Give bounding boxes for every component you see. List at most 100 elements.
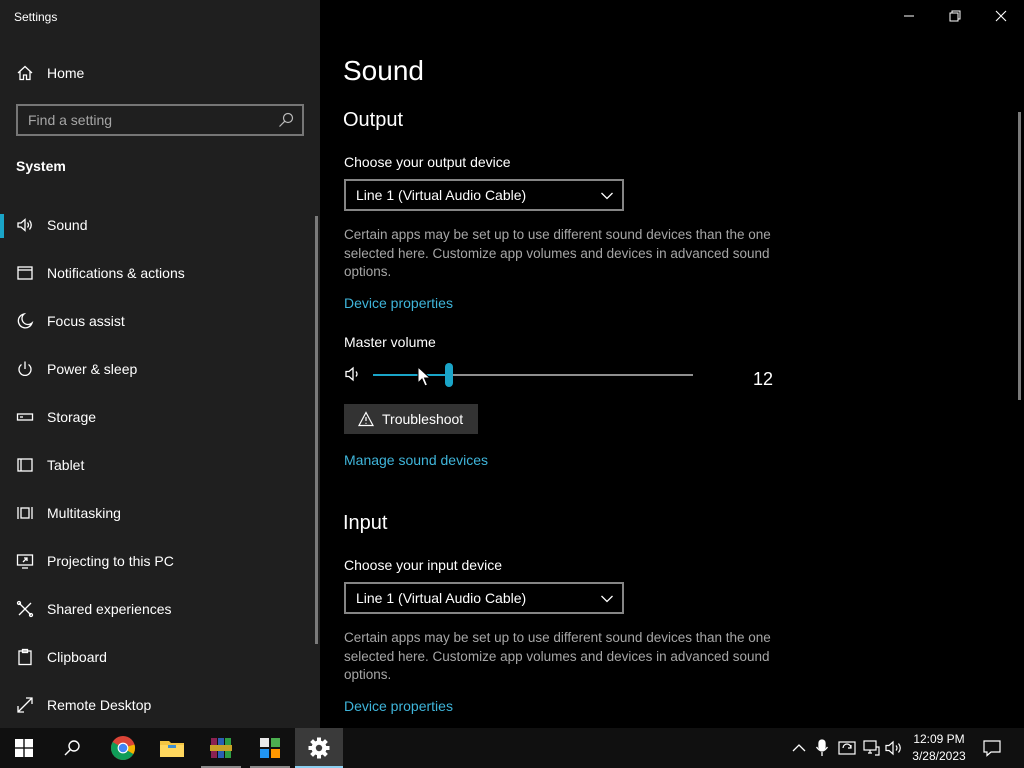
- speaker-icon: [17, 218, 32, 232]
- close-icon: [995, 10, 1007, 22]
- update-icon[interactable]: [837, 738, 857, 758]
- close-button[interactable]: [978, 0, 1024, 32]
- sidebar-item-multitasking[interactable]: Multitasking: [0, 492, 314, 540]
- sidebar-item-label: Shared experiences: [47, 601, 172, 617]
- output-heading: Output: [343, 109, 404, 131]
- warning-icon: [358, 411, 374, 427]
- sidebar: Settings Home System Sound Notifications…: [0, 0, 320, 728]
- maximize-button[interactable]: [932, 0, 978, 32]
- mouse-cursor-icon: [417, 366, 431, 387]
- app-title: Settings: [14, 10, 58, 24]
- troubleshoot-label: Troubleshoot: [382, 411, 464, 427]
- notification-icon: [17, 266, 33, 280]
- home-label: Home: [47, 65, 85, 81]
- sidebar-item-label: Clipboard: [47, 649, 107, 665]
- network-icon[interactable]: [861, 738, 881, 758]
- input-device-label: Choose your input device: [344, 557, 502, 573]
- troubleshoot-button[interactable]: Troubleshoot: [344, 404, 478, 434]
- chevron-down-icon: [601, 595, 613, 603]
- start-button[interactable]: [0, 728, 48, 768]
- manage-sound-devices-link[interactable]: Manage sound devices: [344, 452, 488, 468]
- output-device-properties-link[interactable]: Device properties: [344, 295, 453, 311]
- output-device-value: Line 1 (Virtual Audio Cable): [356, 187, 527, 203]
- search-box[interactable]: [16, 104, 304, 136]
- chrome-taskbar-button[interactable]: [99, 728, 147, 768]
- output-device-label: Choose your output device: [344, 154, 511, 170]
- windows-logo-icon: [15, 739, 33, 757]
- search-icon[interactable]: [278, 112, 294, 128]
- volume-thumb[interactable]: [445, 363, 453, 387]
- minimize-button[interactable]: [886, 0, 932, 32]
- sidebar-item-storage[interactable]: Storage: [0, 396, 314, 444]
- restore-icon: [949, 10, 961, 22]
- sidebar-item-shared-experiences[interactable]: Shared experiences: [0, 588, 314, 636]
- sidebar-item-clipboard[interactable]: Clipboard: [0, 636, 314, 684]
- input-device-dropdown[interactable]: Line 1 (Virtual Audio Cable): [344, 582, 624, 614]
- file-explorer-taskbar-button[interactable]: [148, 728, 196, 768]
- taskbar-clock[interactable]: 12:09 PM 3/28/2023: [906, 731, 972, 765]
- moon-icon: [17, 312, 34, 329]
- winrar-taskbar-button[interactable]: [197, 728, 245, 768]
- volume-icon[interactable]: [344, 365, 364, 383]
- home-icon: [17, 65, 33, 81]
- input-heading: Input: [343, 512, 388, 534]
- chevron-up-icon[interactable]: [789, 738, 809, 758]
- sidebar-item-notifications[interactable]: Notifications & actions: [0, 252, 314, 300]
- sidebar-item-label: Storage: [47, 409, 97, 425]
- file-explorer-icon: [160, 741, 184, 757]
- sidebar-item-label: Tablet: [47, 457, 85, 473]
- page-title: Sound: [343, 55, 424, 86]
- sidebar-item-label: Sound: [47, 217, 88, 233]
- sidebar-item-focus-assist[interactable]: Focus assist: [0, 300, 314, 348]
- clock-date: 3/28/2023: [912, 749, 966, 763]
- main-scrollbar[interactable]: [1018, 112, 1021, 400]
- output-device-dropdown[interactable]: Line 1 (Virtual Audio Cable): [344, 179, 624, 211]
- minimize-icon: [904, 15, 914, 17]
- volume-value: 12: [753, 369, 774, 389]
- app-taskbar-button[interactable]: [246, 728, 294, 768]
- sidebar-item-label: Remote Desktop: [47, 697, 152, 713]
- volume-fill: [373, 374, 445, 376]
- sidebar-item-label: Notifications & actions: [47, 265, 185, 281]
- tablet-icon: [17, 458, 33, 472]
- input-device-properties-link[interactable]: Device properties: [344, 698, 453, 714]
- sidebar-scrollbar[interactable]: [315, 216, 318, 644]
- multitasking-icon: [17, 507, 33, 519]
- output-description: Certain apps may be set up to use differ…: [344, 227, 771, 279]
- clock-time: 12:09 PM: [913, 732, 965, 746]
- microphone-icon[interactable]: [812, 738, 832, 758]
- shared-icon: [16, 600, 34, 618]
- search-input[interactable]: [28, 111, 268, 129]
- taskbar-search-button[interactable]: [48, 728, 96, 768]
- sidebar-item-label: Focus assist: [47, 313, 125, 329]
- sidebar-item-label: Power & sleep: [47, 361, 138, 377]
- chrome-icon: [110, 736, 136, 761]
- remote-desktop-icon: [17, 697, 33, 713]
- settings-taskbar-button[interactable]: [295, 728, 343, 768]
- master-volume-label: Master volume: [344, 334, 436, 350]
- input-device-value: Line 1 (Virtual Audio Cable): [356, 590, 527, 606]
- storage-icon: [16, 413, 34, 421]
- sidebar-item-label: Multitasking: [47, 505, 121, 521]
- sidebar-item-projecting[interactable]: Projecting to this PC: [0, 540, 314, 588]
- volume-tray-icon[interactable]: [884, 738, 904, 758]
- search-icon: [64, 740, 80, 756]
- chevron-down-icon: [601, 192, 613, 200]
- projecting-icon: [16, 554, 34, 569]
- home-nav-item[interactable]: Home: [0, 60, 320, 86]
- input-description: Certain apps may be set up to use differ…: [344, 630, 771, 682]
- sidebar-item-sound[interactable]: Sound: [0, 204, 314, 252]
- sidebar-item-power-sleep[interactable]: Power & sleep: [0, 348, 314, 396]
- main-content: Sound Output Choose your output device L…: [320, 0, 1024, 728]
- settings-gear-icon: [308, 737, 330, 759]
- sidebar-nav: Sound Notifications & actions Focus assi…: [0, 204, 314, 732]
- app-icon: [260, 738, 280, 758]
- clipboard-icon: [18, 648, 32, 666]
- sidebar-item-label: Projecting to this PC: [47, 553, 174, 569]
- taskbar: 12:09 PM 3/28/2023: [0, 728, 1024, 768]
- action-center-icon[interactable]: [982, 738, 1002, 758]
- sidebar-item-tablet[interactable]: Tablet: [0, 444, 314, 492]
- winrar-icon: [210, 738, 232, 758]
- sidebar-item-remote-desktop[interactable]: Remote Desktop: [0, 684, 314, 732]
- power-icon: [18, 361, 32, 376]
